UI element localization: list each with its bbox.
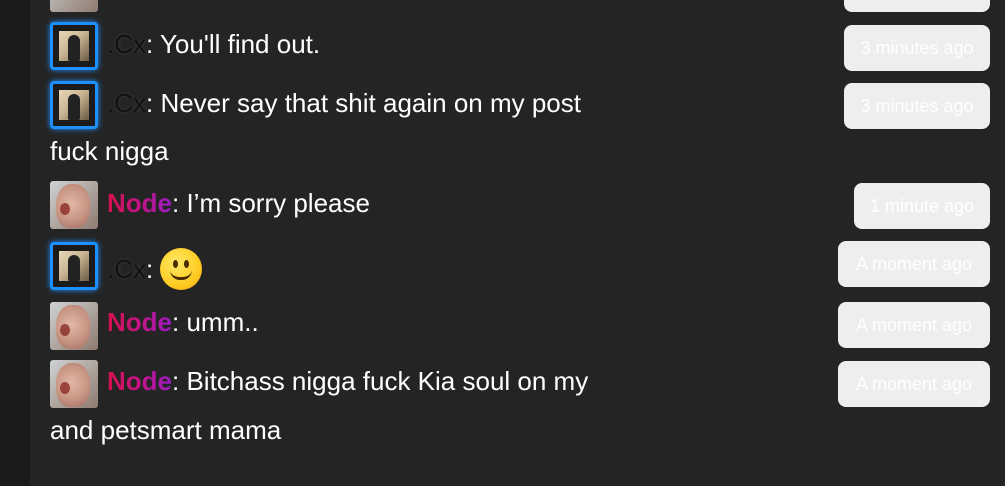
message-text: .Cx: Never say that shit again on my pos… xyxy=(107,87,581,119)
timestamp-badge xyxy=(844,0,990,12)
timestamp-badge: A moment ago xyxy=(838,361,990,407)
message-text: .Cx: xyxy=(107,248,203,290)
timestamp-badge: 1 minute ago xyxy=(854,183,990,229)
username[interactable]: Node xyxy=(107,307,172,337)
message-text: Node: umm.. xyxy=(107,306,259,338)
timestamp-badge: A moment ago xyxy=(838,241,990,287)
message-body: : Bitchass nigga fuck Kia soul on my xyxy=(172,366,589,396)
user-avatar[interactable] xyxy=(50,0,98,12)
message-text: Node: I’m sorry please xyxy=(107,187,370,219)
message-body: : xyxy=(146,254,154,284)
message-continuation: and petsmart mama xyxy=(50,415,282,445)
user-avatar[interactable] xyxy=(50,81,98,129)
user-avatar[interactable] xyxy=(50,242,98,290)
user-avatar[interactable] xyxy=(50,302,98,350)
message-text: .Cx: You'll find out. xyxy=(107,28,320,60)
user-avatar[interactable] xyxy=(50,181,98,229)
smiley-emoji-icon xyxy=(160,248,203,290)
username[interactable]: Node xyxy=(107,366,172,396)
timestamp-badge: A moment ago xyxy=(838,302,990,348)
timestamp-badge: 3 minutes ago xyxy=(844,25,990,71)
message-body: : umm.. xyxy=(172,307,259,337)
username[interactable]: .Cx xyxy=(107,29,146,59)
message-body: : You'll find out. xyxy=(146,29,321,59)
message-body: : I’m sorry please xyxy=(172,188,370,218)
timestamp-badge: 3 minutes ago xyxy=(844,83,990,129)
message-body: : Never say that shit again on my post xyxy=(146,88,581,118)
username[interactable]: .Cx xyxy=(107,254,146,284)
user-avatar[interactable] xyxy=(50,22,98,70)
message-text: Node: Bitchass nigga fuck Kia soul on my xyxy=(107,365,588,397)
message-continuation: fuck nigga xyxy=(50,136,169,166)
user-avatar[interactable] xyxy=(50,360,98,408)
username[interactable]: Node xyxy=(107,188,172,218)
username[interactable]: .Cx xyxy=(107,88,146,118)
